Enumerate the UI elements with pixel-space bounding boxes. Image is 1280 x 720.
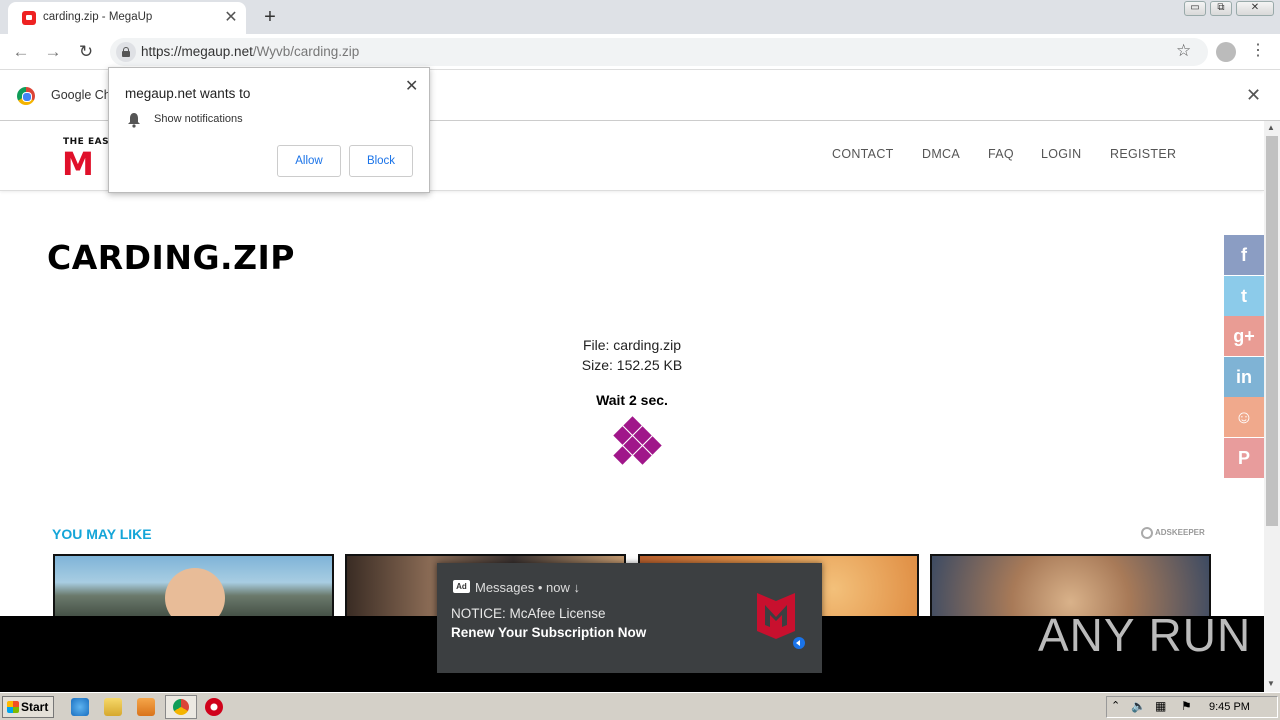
reload-button[interactable]: ↻ <box>74 40 98 64</box>
lock-icon[interactable] <box>116 42 136 62</box>
profile-avatar-icon[interactable] <box>1216 42 1236 62</box>
notification-toast[interactable]: Ad Messages • now ↓ NOTICE: McAfee Licen… <box>437 563 822 673</box>
recommendation-thumbnail[interactable] <box>53 554 334 616</box>
url-host: https://megaup.net <box>141 44 253 59</box>
recommendation-thumbnail[interactable] <box>930 554 1211 616</box>
scrollbar-thumb[interactable] <box>1266 136 1278 526</box>
nav-login[interactable]: LOGIN <box>1041 147 1081 161</box>
system-tray: ⌃ 🔈 ▦ ⚑ <box>1106 696 1278 718</box>
reddit-icon: ☺ <box>1234 407 1254 427</box>
tab-bar: carding.zip - MegaUp ✕ + ▭ ⧉ ✕ <box>0 0 1280 34</box>
linkedin-share-button[interactable]: in <box>1224 357 1264 397</box>
you-may-like-heading: YOU MAY LIKE <box>52 526 152 542</box>
menu-kebab-icon[interactable]: ⋮ <box>1250 40 1266 60</box>
adskeeper-logo[interactable]: ADSKEEPER <box>1141 527 1205 539</box>
ad-badge: Ad <box>453 580 470 593</box>
address-bar[interactable]: https://megaup.net/Wyvb/carding.zip ☆ <box>110 38 1208 66</box>
permission-item: Show notifications <box>154 113 243 125</box>
twitter-share-button[interactable]: t <box>1224 276 1264 316</box>
bell-icon <box>128 113 140 128</box>
chrome-logo-icon <box>17 87 35 105</box>
close-window-button[interactable]: ✕ <box>1236 1 1274 16</box>
nav-dmca[interactable]: DMCA <box>922 147 960 161</box>
facebook-icon: f <box>1241 245 1247 265</box>
permission-close-button[interactable]: ✕ <box>405 76 418 96</box>
megaup-favicon-icon <box>22 11 36 25</box>
loading-spinner-icon <box>608 416 668 473</box>
taskbar: Start ⌃ 🔈 ▦ ⚑ 9:45 PM <box>0 692 1280 720</box>
bookmark-star-icon[interactable]: ☆ <box>1176 41 1191 61</box>
url-text: https://megaup.net/Wyvb/carding.zip <box>141 44 359 59</box>
page-title: CARDING.ZIP <box>47 238 295 277</box>
wait-countdown: Wait 2 sec. <box>596 392 668 408</box>
file-name: File: carding.zip <box>582 337 682 353</box>
adskeeper-label: ADSKEEPER <box>1155 528 1205 538</box>
browser-toolbar: ← → ↻ https://megaup.net/Wyvb/carding.zi… <box>0 34 1280 70</box>
twitter-icon: t <box>1241 286 1247 306</box>
media-player-icon[interactable] <box>137 698 155 716</box>
network-icon[interactable]: ▦ <box>1155 699 1166 713</box>
info-bar-text: Google Ch <box>51 88 111 102</box>
url-path: /Wyvb/carding.zip <box>252 44 360 59</box>
block-button[interactable]: Block <box>349 145 413 177</box>
file-explorer-icon[interactable] <box>104 698 122 716</box>
internet-explorer-icon[interactable] <box>71 698 89 716</box>
restore-button[interactable]: ⧉ <box>1210 1 1232 16</box>
mcafee-logo-icon <box>757 593 805 649</box>
web-page: THE EAS M CONTACT DMCA FAQ LOGIN REGISTE… <box>0 121 1264 616</box>
google-plus-icon: g+ <box>1233 326 1255 346</box>
tab-title: carding.zip - MegaUp <box>43 11 153 23</box>
facebook-share-button[interactable]: f <box>1224 235 1264 275</box>
allow-button[interactable]: Allow <box>277 145 341 177</box>
file-size: Size: 152.25 KB <box>581 357 683 373</box>
pinterest-share-button[interactable]: P <box>1224 438 1264 478</box>
vertical-scrollbar[interactable]: ▲ ▼ <box>1264 121 1280 692</box>
forward-button[interactable]: → <box>41 40 65 64</box>
action-center-flag-icon[interactable]: ⚑ <box>1181 699 1192 713</box>
notification-permission-popup: megaup.net wants to ✕ Show notifications… <box>108 67 430 193</box>
chrome-icon <box>173 699 189 715</box>
permission-title: megaup.net wants to <box>125 86 251 101</box>
tray-expand-icon[interactable]: ⌃ <box>1111 699 1120 712</box>
back-button[interactable]: ← <box>9 40 33 64</box>
toast-body: Renew Your Subscription Now <box>451 625 647 640</box>
tab-close-button[interactable]: ✕ <box>221 8 241 28</box>
new-tab-button[interactable]: + <box>258 6 282 30</box>
adskeeper-icon <box>1141 527 1153 539</box>
scroll-up-icon[interactable]: ▲ <box>1267 123 1275 132</box>
google-plus-share-button[interactable]: g+ <box>1224 316 1264 356</box>
scroll-down-icon[interactable]: ▼ <box>1267 679 1275 688</box>
clock[interactable]: 9:45 PM <box>1209 701 1250 713</box>
toast-title: NOTICE: McAfee License <box>451 606 606 621</box>
anyrun-watermark: ANY RUN <box>1038 609 1252 661</box>
toast-source: Messages • now ↓ <box>475 580 580 595</box>
volume-icon[interactable]: 🔈 <box>1131 699 1146 713</box>
chrome-taskbar-button[interactable] <box>165 695 197 719</box>
minimize-button[interactable]: ▭ <box>1184 1 1206 16</box>
linkedin-icon: in <box>1236 367 1252 387</box>
reddit-share-button[interactable]: ☺ <box>1224 397 1264 437</box>
nav-register[interactable]: REGISTER <box>1110 147 1176 161</box>
opera-icon[interactable] <box>205 698 223 716</box>
browser-tab[interactable]: carding.zip - MegaUp ✕ <box>8 2 246 34</box>
pinterest-icon: P <box>1237 448 1250 468</box>
info-bar-close-button[interactable]: ✕ <box>1246 85 1261 106</box>
nav-contact[interactable]: CONTACT <box>832 147 894 161</box>
nav-faq[interactable]: FAQ <box>988 147 1014 161</box>
start-button[interactable]: Start <box>2 696 54 718</box>
site-logo[interactable]: M <box>62 145 94 183</box>
file-info: File: carding.zip Size: 152.25 KB <box>432 335 832 375</box>
